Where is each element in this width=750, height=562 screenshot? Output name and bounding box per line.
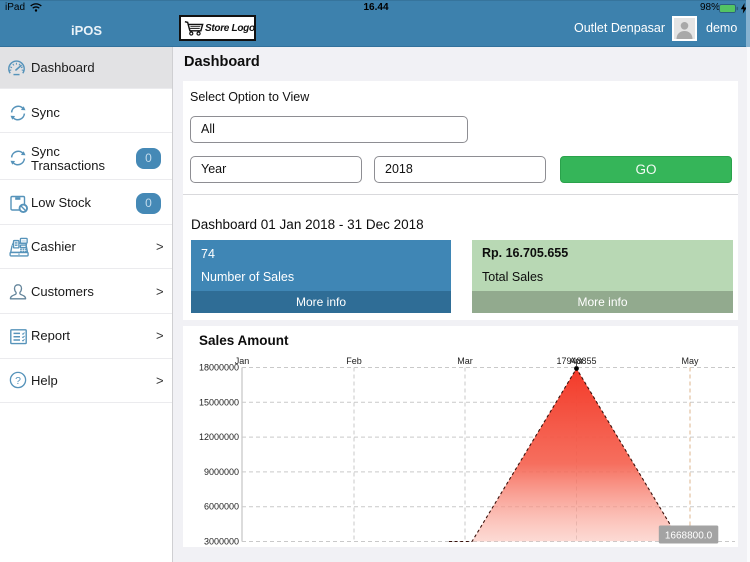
- svg-text:?: ?: [15, 375, 21, 387]
- svg-text:Mar: Mar: [457, 356, 473, 366]
- svg-text:Feb: Feb: [346, 356, 362, 366]
- svg-text:12000000: 12000000: [199, 432, 239, 442]
- svg-text:17948855: 17948855: [556, 356, 596, 366]
- svg-text:1668800.0: 1668800.0: [665, 531, 713, 542]
- svg-text:3000000: 3000000: [204, 537, 239, 547]
- svg-text:9000000: 9000000: [204, 467, 239, 477]
- svg-text:15000000: 15000000: [199, 397, 239, 407]
- svg-text:18000000: 18000000: [199, 363, 239, 373]
- svg-text:May: May: [681, 356, 699, 366]
- svg-text:6000000: 6000000: [204, 502, 239, 512]
